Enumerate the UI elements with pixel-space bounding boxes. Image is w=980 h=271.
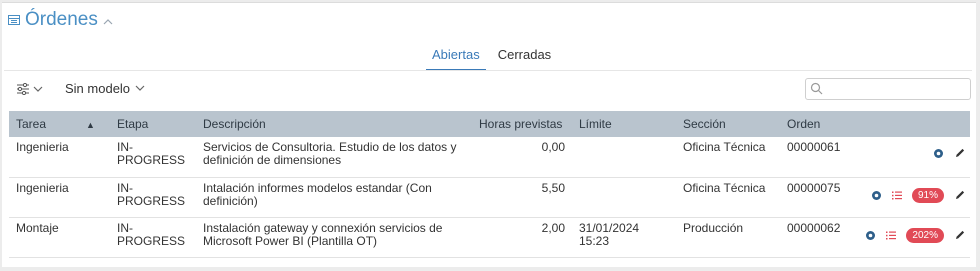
cell-horas: 0,00 [541, 140, 565, 154]
chevron-down-icon [33, 86, 43, 92]
cell-seccion: Oficina Técnica [683, 180, 766, 195]
toolbar: Sin modelo [16, 81, 145, 96]
table-header-row: Tarea ▲ Etapa Descripción Horas previstas… [9, 111, 970, 137]
cell-orden: 00000075 [787, 180, 841, 195]
page-title: Órdenes [25, 9, 98, 30]
status-circle-icon[interactable] [871, 190, 882, 201]
column-header-descripcion[interactable]: Descripción [196, 111, 472, 137]
status-tabs: Abiertas Cerradas [426, 47, 563, 71]
progress-badge: 202% [906, 227, 944, 243]
edit-pencil-icon[interactable] [954, 229, 966, 241]
search-icon [810, 82, 823, 100]
cell-limite [572, 177, 676, 217]
column-header-seccion[interactable]: Sección [676, 111, 780, 137]
column-header-actions [850, 111, 970, 137]
filter-settings-button[interactable] [16, 82, 43, 95]
cell-descripcion: Instalación gateway y connexión servicio… [203, 220, 443, 248]
cell-actions [850, 137, 970, 177]
list-icon[interactable] [891, 191, 902, 200]
cell-tarea: Ingenieria [16, 180, 69, 195]
model-select-label: Sin modelo [65, 81, 131, 96]
edit-pencil-icon[interactable] [954, 147, 966, 159]
cell-tarea: Montaje [16, 220, 59, 235]
cell-limite [572, 137, 676, 177]
table-row[interactable]: Montaje IN-PROGRESS Instalación gateway … [9, 217, 970, 257]
cell-orden: 00000061 [787, 140, 841, 154]
cell-actions: 91% [850, 177, 970, 217]
cell-seccion: Oficina Técnica [683, 140, 766, 154]
sliders-icon [16, 82, 30, 95]
sort-ascending-icon[interactable]: ▲ [86, 120, 95, 130]
column-header-limite[interactable]: Límite [572, 111, 676, 137]
status-circle-icon[interactable] [933, 148, 944, 159]
tab-abiertas[interactable]: Abiertas [426, 47, 486, 71]
cell-seccion: Producción [683, 220, 744, 235]
cell-etapa: IN-PROGRESS [117, 140, 186, 167]
cell-horas: 5,50 [541, 180, 565, 195]
tab-cerradas[interactable]: Cerradas [492, 47, 557, 71]
table-row[interactable]: Ingenieria IN-PROGRESS Intalación inform… [9, 177, 970, 217]
cell-actions: 202% [850, 217, 970, 257]
search-input[interactable] [828, 80, 968, 98]
cell-tarea: Ingenieria [16, 140, 69, 154]
search-box [805, 78, 971, 100]
edit-pencil-icon[interactable] [954, 189, 966, 201]
column-header-horas[interactable]: Horas previstas [472, 111, 572, 137]
cell-orden: 00000062 [787, 220, 841, 235]
cell-descripcion: Servicios de Consultoria. Estudio de los… [203, 140, 457, 167]
cell-horas: 2,00 [541, 220, 565, 235]
collapse-chevron-up-icon[interactable] [103, 16, 113, 28]
cell-etapa: IN-PROGRESS [117, 220, 186, 248]
orders-table: Tarea ▲ Etapa Descripción Horas previstas… [9, 111, 970, 258]
column-header-orden[interactable]: Orden [780, 111, 850, 137]
cell-descripcion: Intalación informes modelos estandar (Co… [203, 180, 432, 208]
column-header-etapa[interactable]: Etapa [110, 111, 196, 137]
status-circle-icon[interactable] [865, 230, 876, 241]
progress-badge: 91% [911, 187, 944, 203]
list-icon[interactable] [886, 231, 897, 240]
tabs-divider [4, 70, 972, 71]
panel-header: Órdenes [8, 9, 113, 31]
cell-etapa: IN-PROGRESS [117, 180, 186, 208]
table-row[interactable]: Ingenieria IN-PROGRESS Servicios de Cons… [9, 137, 970, 177]
table-icon [8, 15, 20, 25]
chevron-down-icon [135, 83, 145, 94]
orders-panel: Órdenes Abiertas Cerradas Sin modelo Tar… [2, 2, 976, 267]
column-header-tarea[interactable]: Tarea ▲ [9, 111, 110, 137]
model-select[interactable]: Sin modelo [65, 81, 145, 96]
cell-limite: 31/01/2024 15:23 [579, 220, 640, 248]
